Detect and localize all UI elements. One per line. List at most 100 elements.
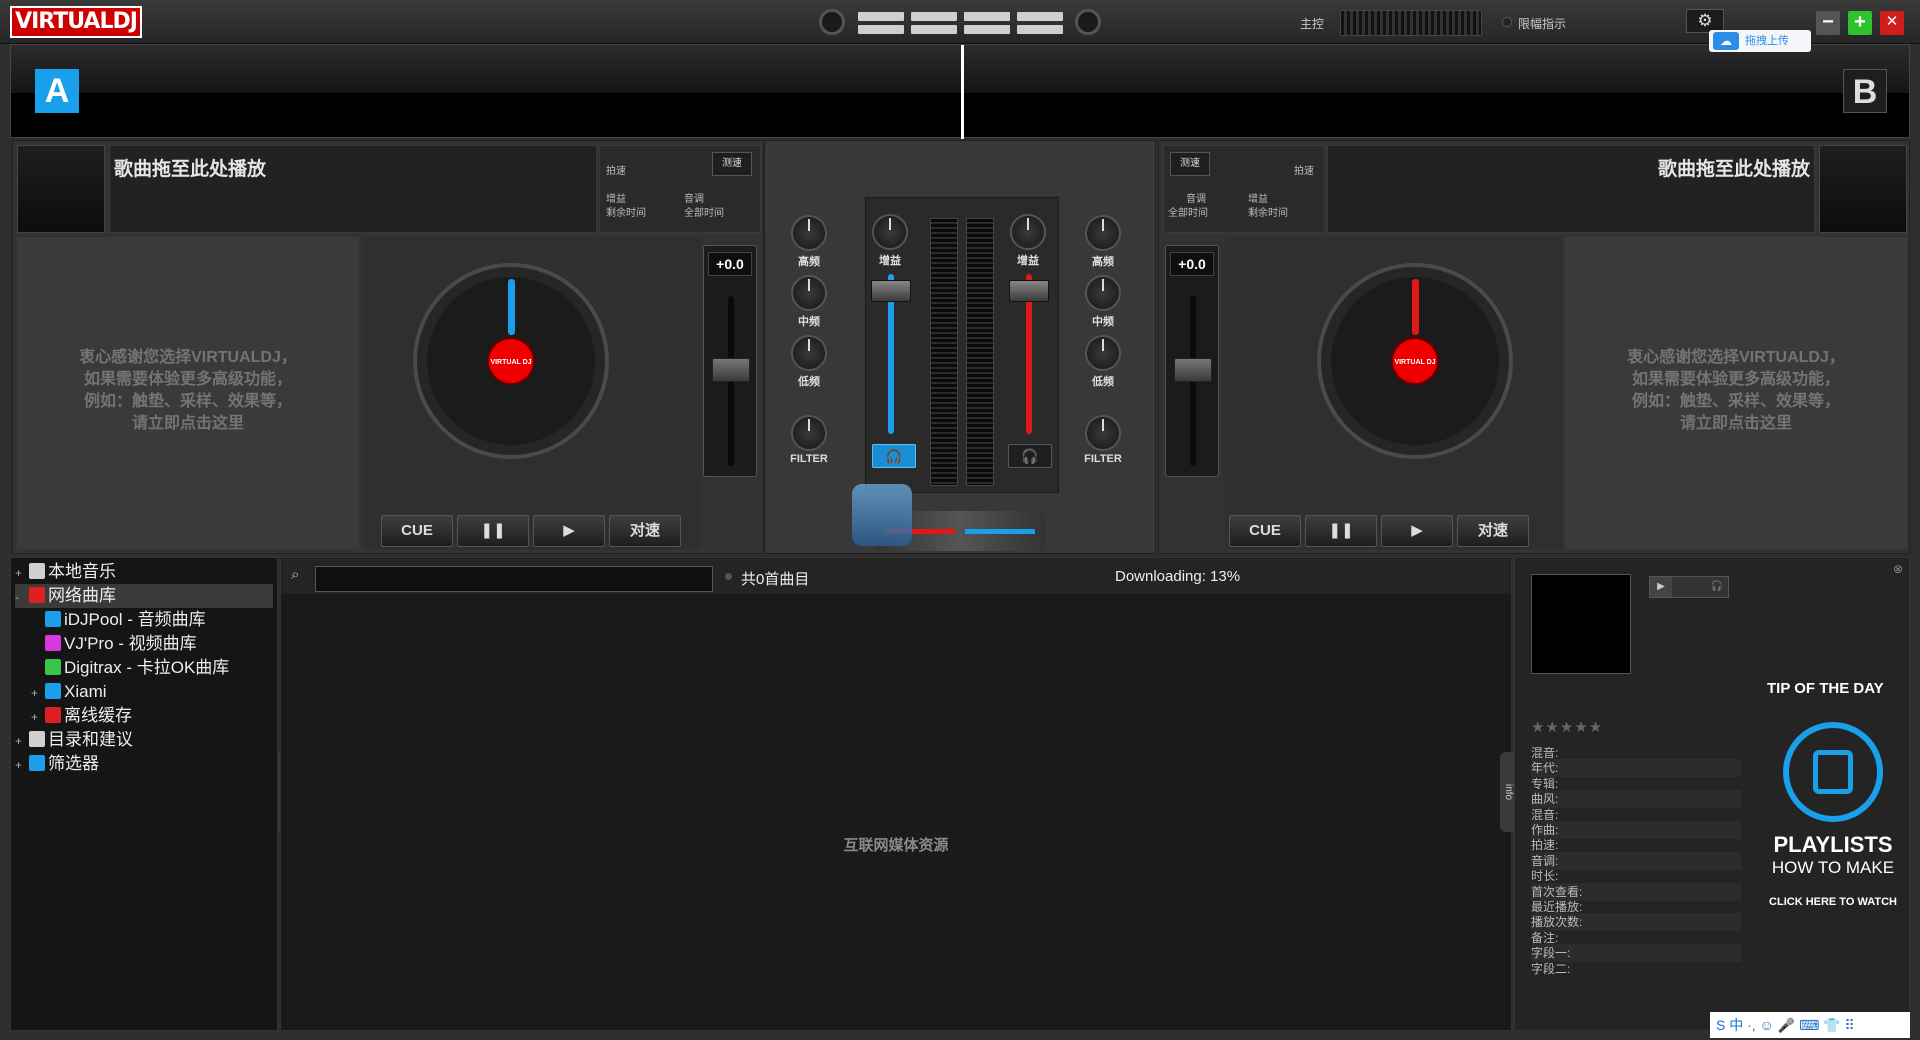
deck-b-eq-mid-knob[interactable] bbox=[1085, 275, 1121, 311]
minimize-button[interactable]: − bbox=[1816, 11, 1840, 35]
search-options-dot[interactable] bbox=[725, 573, 732, 580]
tree-item[interactable]: + 目录和建议 bbox=[15, 728, 273, 752]
layout-left-button[interactable] bbox=[819, 9, 845, 35]
deck-a-promo[interactable]: 衷心感谢您选择VIRTUALDJ， 如果需要体验更多高级功能， 例如：触垫、采样… bbox=[17, 237, 359, 549]
deck-b-total-label: 全部时间 bbox=[1168, 208, 1208, 219]
tree-item[interactable]: - 网络曲库 bbox=[15, 584, 273, 608]
limiter-label: 限幅指示 bbox=[1518, 17, 1567, 31]
deck-a-eq-low-knob[interactable] bbox=[791, 335, 827, 371]
tree-item[interactable]: iDJPool - 音频曲库 bbox=[15, 608, 273, 632]
deck-b-play-button[interactable]: ▶ bbox=[1381, 515, 1453, 547]
deck-a-eq-high-knob[interactable] bbox=[791, 215, 827, 251]
deck-b-pause-button[interactable]: ❚❚ bbox=[1305, 515, 1377, 547]
tree-item[interactable]: + 筛选器 bbox=[15, 752, 273, 776]
playlist-icon[interactable] bbox=[1783, 722, 1883, 822]
tree-expander-icon[interactable]: + bbox=[15, 729, 29, 753]
deck-b-volume-fader[interactable] bbox=[1009, 280, 1049, 302]
layout-bar-2[interactable] bbox=[858, 25, 904, 34]
deck-a-filter-knob[interactable] bbox=[791, 415, 827, 451]
deck-b-eq-low-knob[interactable] bbox=[1085, 335, 1121, 371]
tree-item[interactable]: + Xiami bbox=[15, 680, 273, 704]
close-button[interactable]: ✕ bbox=[1880, 11, 1904, 35]
deck-a-play-button[interactable]: ▶ bbox=[533, 515, 605, 547]
deck-a-promo-line-4: 请立即点击这里 bbox=[131, 415, 244, 432]
info-tab[interactable]: info bbox=[1500, 752, 1514, 832]
app-logo: VIRTUALDJ bbox=[10, 6, 142, 38]
tip-heading[interactable]: PLAYLISTS bbox=[1735, 832, 1920, 858]
deck-b-bpm-label: 拍速 bbox=[1294, 166, 1314, 177]
deck-a-headphone-icon[interactable]: 🎧 bbox=[872, 444, 916, 468]
deck-b-jogwheel[interactable]: VIRTUAL DJ bbox=[1317, 263, 1513, 459]
tree-expander-icon[interactable]: + bbox=[31, 681, 45, 705]
deck-b-promo[interactable]: 衷心感谢您选择VIRTUALDJ， 如果需要体验更多高级功能， 例如：触垫、采样… bbox=[1565, 237, 1907, 549]
deck-a-gain-knob-label: 增益 bbox=[879, 255, 901, 267]
deck-b-label[interactable]: B bbox=[1843, 69, 1887, 113]
deck-b-position-indicator bbox=[1412, 279, 1419, 335]
search-input[interactable] bbox=[315, 566, 713, 592]
tip-watch-link[interactable]: CLICK HERE TO WATCH bbox=[1735, 896, 1920, 908]
deck-a-cue-button[interactable]: CUE bbox=[381, 515, 453, 547]
info-close-icon[interactable]: ⊗ bbox=[1893, 562, 1903, 576]
layout-bar-1[interactable] bbox=[858, 12, 904, 21]
deck-a-promo-line-2: 如果需要体验更多高级功能， bbox=[83, 371, 292, 388]
deck-b-pitch-handle[interactable] bbox=[1174, 358, 1212, 382]
deck-b-pitch-slider[interactable]: +0.0 bbox=[1165, 245, 1219, 477]
tree-item[interactable]: + 离线缓存 bbox=[15, 704, 273, 728]
tree-expander-icon[interactable]: - bbox=[15, 585, 29, 609]
tree-expander-icon[interactable]: + bbox=[31, 705, 45, 729]
playlist-doc-icon bbox=[1813, 750, 1853, 794]
layout-bar-3[interactable] bbox=[911, 12, 957, 21]
deck-b-eq-high-knob[interactable] bbox=[1085, 215, 1121, 251]
preview-headphone-icon[interactable]: 🎧 bbox=[1706, 577, 1728, 597]
deck-b-gain-knob[interactable] bbox=[1010, 214, 1046, 250]
ime-tray[interactable]: S 中 ·, ☺ 🎤 ⌨ 👕 ⠿ bbox=[1710, 1012, 1910, 1038]
tree-item-label: 筛选器 bbox=[48, 754, 99, 773]
deck-b: 测速 拍速 音调 增益 全部时间 剩余时间 歌曲拖至此处播放 +0.0 VIRT… bbox=[1158, 140, 1910, 554]
layout-bar-7[interactable] bbox=[1017, 12, 1063, 21]
rating-stars[interactable]: ★★★★★ bbox=[1531, 718, 1603, 736]
layout-right-button[interactable] bbox=[1075, 9, 1101, 35]
deck-a-filter-label: FILTER bbox=[790, 453, 828, 465]
layout-bar-6[interactable] bbox=[964, 25, 1010, 34]
deck-a-label[interactable]: A bbox=[35, 69, 79, 113]
drag-upload-button[interactable]: ☁ 拖拽上传 bbox=[1709, 30, 1811, 52]
deck-a-pitch-handle[interactable] bbox=[712, 358, 750, 382]
deck-a-eq-low-label: 低频 bbox=[798, 376, 820, 388]
maximize-button[interactable]: + bbox=[1848, 11, 1872, 35]
tree-expander-icon[interactable]: + bbox=[15, 753, 29, 777]
deck-a-gain-label: 增益 bbox=[606, 194, 626, 205]
tree-expander-icon[interactable]: + bbox=[15, 561, 29, 585]
deck-b-sync-button[interactable]: 对速 bbox=[1457, 515, 1529, 547]
deck-b-promo-line-4: 请立即点击这里 bbox=[1679, 415, 1792, 432]
deck-b-filter-knob[interactable] bbox=[1085, 415, 1121, 451]
layout-bar-4[interactable] bbox=[911, 25, 957, 34]
deck-b-title-box[interactable]: 歌曲拖至此处播放 bbox=[1327, 145, 1815, 233]
layout-bar-8[interactable] bbox=[1017, 25, 1063, 34]
tip-subheading[interactable]: HOW TO MAKE bbox=[1735, 858, 1920, 878]
deck-b-tap-button[interactable]: 测速 bbox=[1170, 152, 1210, 176]
tree-item[interactable]: Digitrax - 卡拉OK曲库 bbox=[15, 656, 273, 680]
deck-b-headphone-icon[interactable]: 🎧 bbox=[1008, 444, 1052, 468]
deck-a-title-box[interactable]: 歌曲拖至此处播放 bbox=[109, 145, 597, 233]
tree-item[interactable]: VJ'Pro - 视频曲库 bbox=[15, 632, 273, 656]
deck-a-eq-mid-knob[interactable] bbox=[791, 275, 827, 311]
deck-a-volume-fader[interactable] bbox=[871, 280, 911, 302]
song-list: ⌕ 共0首曲目 Downloading: 13% 互联网媒体资源 bbox=[280, 557, 1512, 1031]
tree-item-label: 网络曲库 bbox=[48, 586, 116, 605]
deck-b-gain-knob-label: 增益 bbox=[1017, 255, 1039, 267]
preview-play-icon[interactable]: ▶ bbox=[1650, 577, 1672, 597]
tree-item[interactable]: + 本地音乐 bbox=[15, 560, 273, 584]
info-cover-art bbox=[1531, 574, 1631, 674]
waveform-display[interactable]: A B bbox=[10, 44, 1910, 139]
deck-a-jogwheel[interactable]: VIRTUAL DJ bbox=[413, 263, 609, 459]
deck-a-sync-button[interactable]: 对速 bbox=[609, 515, 681, 547]
deck-a-gain-knob[interactable] bbox=[872, 214, 908, 250]
preview-player[interactable]: ▶ 🎧 bbox=[1649, 576, 1729, 598]
deck-a-pause-button[interactable]: ❚❚ bbox=[457, 515, 529, 547]
deck-b-cue-button[interactable]: CUE bbox=[1229, 515, 1301, 547]
deck-a-tap-button[interactable]: 测速 bbox=[712, 152, 752, 176]
deck-b-key-label: 音调 bbox=[1186, 194, 1206, 205]
layout-bar-5[interactable] bbox=[964, 12, 1010, 21]
deck-a-promo-line-3: 例如：触垫、采样、效果等， bbox=[83, 393, 292, 410]
deck-a-pitch-slider[interactable]: +0.0 bbox=[703, 245, 757, 477]
